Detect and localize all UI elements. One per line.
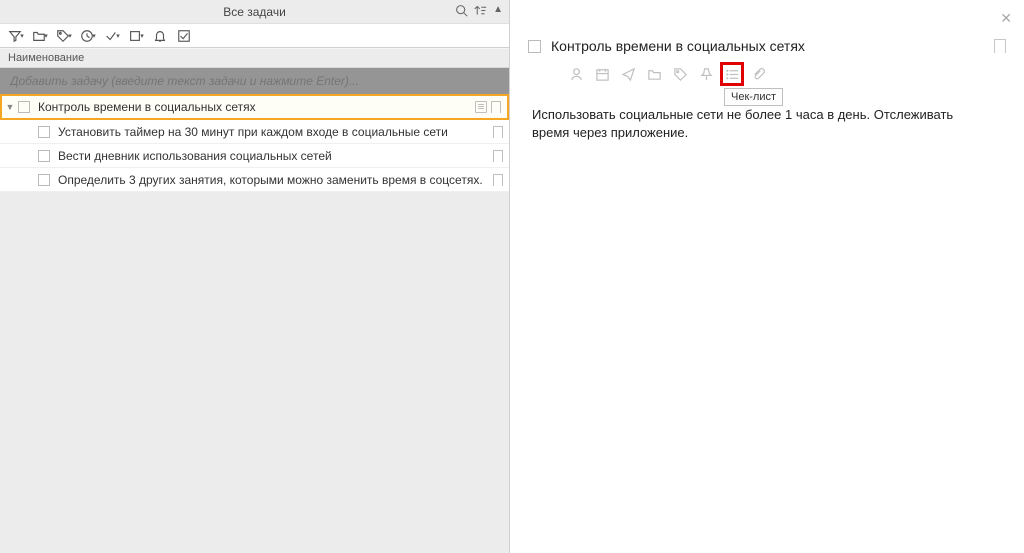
detail-description: Использовать социальные сети не более 1 …	[532, 106, 992, 142]
folder-open-icon[interactable]	[646, 66, 662, 82]
square-icon[interactable]	[126, 27, 146, 45]
detail-title-row: Контроль времени в социальных сетях	[528, 38, 1006, 54]
tag-outline-icon[interactable]	[672, 66, 688, 82]
task-title: Контроль времени в социальных сетях	[38, 100, 475, 114]
detail-checkbox[interactable]	[528, 40, 541, 53]
tag-icon[interactable]	[54, 27, 74, 45]
left-title: Все задачи	[223, 5, 286, 19]
expand-toggle-icon[interactable]: ▼	[4, 101, 16, 113]
check-icon[interactable]	[102, 27, 122, 45]
add-task-input[interactable]	[0, 68, 509, 94]
bookmark-icon[interactable]	[493, 150, 503, 162]
send-icon[interactable]	[620, 66, 636, 82]
attachment-icon[interactable]	[750, 66, 766, 82]
task-checkbox[interactable]	[38, 150, 50, 162]
folder-icon[interactable]	[30, 27, 50, 45]
detail-title: Контроль времени в социальных сетях	[551, 38, 994, 54]
checklist-tooltip: Чек-лист	[724, 88, 783, 106]
filter-icon[interactable]	[6, 27, 26, 45]
detail-toolbar: Чек-лист	[568, 66, 1006, 82]
task-title: Установить таймер на 30 минут при каждом…	[58, 125, 493, 139]
task-row-sub[interactable]: Вести дневник использования социальных с…	[0, 144, 509, 168]
assignee-icon[interactable]	[568, 66, 584, 82]
collapse-up-icon[interactable]: ▲	[493, 4, 503, 20]
task-checkbox[interactable]	[38, 126, 50, 138]
column-header-name[interactable]: Наименование	[0, 48, 509, 68]
task-checkbox[interactable]	[18, 101, 30, 113]
left-toolbar	[0, 24, 509, 48]
search-icon[interactable]	[455, 4, 468, 20]
detail-bookmark-icon[interactable]	[994, 39, 1006, 53]
bookmark-icon[interactable]	[493, 174, 503, 186]
task-title: Вести дневник использования социальных с…	[58, 149, 493, 163]
task-row-sub[interactable]: Установить таймер на 30 минут при каждом…	[0, 120, 509, 144]
bookmark-icon[interactable]	[491, 101, 501, 113]
task-checkbox[interactable]	[38, 174, 50, 186]
checkbox-icon[interactable]	[174, 27, 194, 45]
task-title: Определить 3 других занятия, которыми мо…	[58, 173, 493, 187]
calendar-icon[interactable]	[594, 66, 610, 82]
notes-icon[interactable]	[475, 101, 487, 113]
task-row-sub[interactable]: Определить 3 других занятия, которыми мо…	[0, 168, 509, 192]
sort-icon[interactable]	[474, 4, 487, 20]
bookmark-icon[interactable]	[493, 126, 503, 138]
checklist-icon[interactable]	[724, 66, 740, 82]
task-row-main[interactable]: ▼ Контроль времени в социальных сетях	[0, 94, 509, 120]
left-header: Все задачи ▲	[0, 0, 509, 24]
clock-icon[interactable]	[78, 27, 98, 45]
bell-icon[interactable]	[150, 27, 170, 45]
pin-icon[interactable]	[698, 66, 714, 82]
close-icon[interactable]: ✕	[1000, 10, 1012, 27]
